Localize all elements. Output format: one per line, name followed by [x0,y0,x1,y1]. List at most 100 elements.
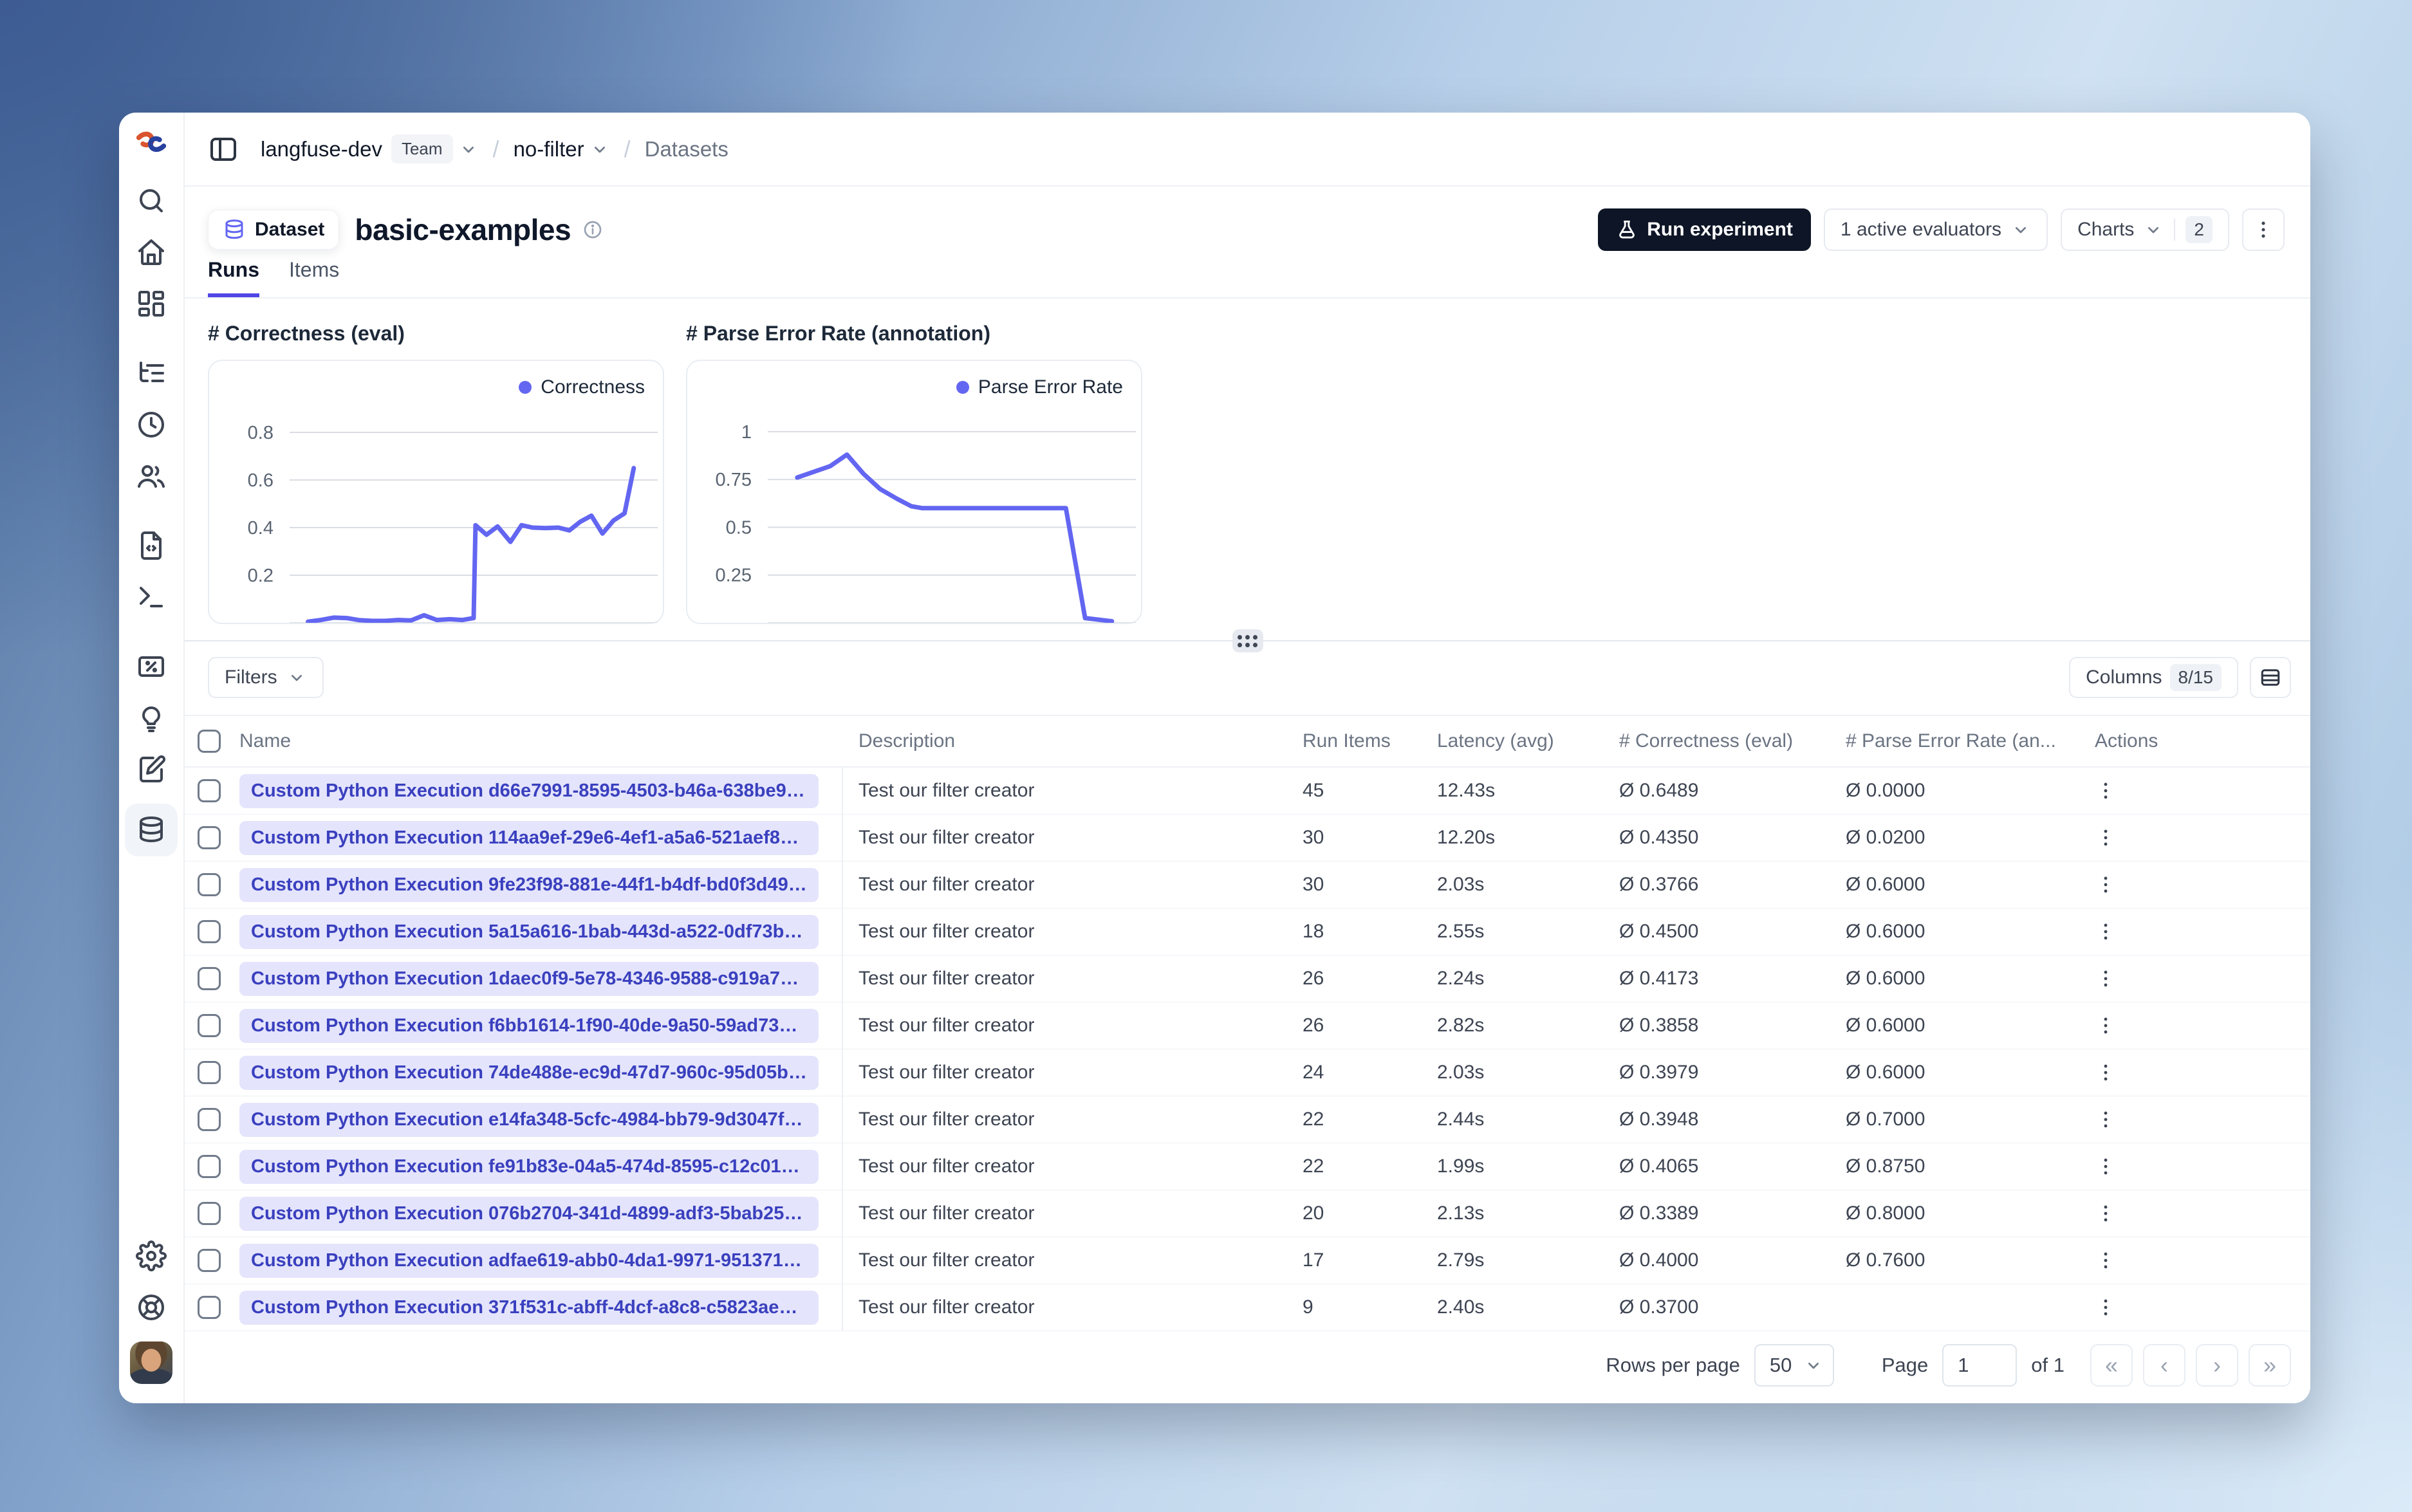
row-checkbox[interactable] [198,1249,221,1272]
run-name-link[interactable]: Custom Python Execution f6bb1614-1f90-40… [239,1008,819,1043]
row-kebab-menu-icon[interactable] [2095,921,2117,943]
run-name-link[interactable]: Custom Python Execution 371f531c-abff-4d… [239,1290,819,1325]
row-checkbox[interactable] [198,1155,221,1178]
breadcrumb-environment[interactable]: no-filter [514,137,584,161]
row-kebab-menu-icon[interactable] [2095,1296,2117,1318]
run-name-link[interactable]: Custom Python Execution e14fa348-5cfc-49… [239,1102,819,1137]
row-kebab-menu-icon[interactable] [2095,1156,2117,1177]
run-latency-value: 2.79s [1437,1249,1485,1271]
info-icon[interactable] [582,219,603,240]
run-experiment-label: Run experiment [1647,219,1793,240]
breadcrumb-project[interactable]: langfuse-dev [261,137,382,161]
sidebar-item-prompts[interactable] [134,528,169,563]
tab-items[interactable]: Items [289,258,339,297]
run-name-link[interactable]: Custom Python Execution fe91b83e-04a5-47… [239,1149,819,1184]
row-kebab-menu-icon[interactable] [2095,827,2117,849]
run-name-link[interactable]: Custom Python Execution 076b2704-341d-48… [239,1196,819,1231]
sidebar-toggle-icon[interactable] [208,134,239,165]
run-name-link[interactable]: Custom Python Execution 5a15a616-1bab-44… [239,914,819,949]
breadcrumb-page[interactable]: Datasets [645,137,728,161]
row-checkbox[interactable] [198,1296,221,1319]
run-items-value: 20 [1303,1203,1324,1224]
row-checkbox[interactable] [198,1202,221,1225]
charts-dropdown[interactable]: Charts 2 [2061,208,2229,251]
row-checkbox[interactable] [198,920,221,943]
column-header-run-items[interactable]: Run Items [1303,730,1437,752]
table-row[interactable]: Custom Python Execution 5a15a616-1bab-44… [185,908,2310,955]
sidebar-item-users[interactable] [134,459,169,493]
row-kebab-menu-icon[interactable] [2095,874,2117,896]
select-all-checkbox[interactable] [198,730,221,753]
column-header-description[interactable]: Description [843,730,1303,752]
user-avatar[interactable] [130,1341,172,1384]
sidebar-item-annotation[interactable] [134,752,169,787]
run-correctness-value: Ø 0.4000 [1619,1249,1699,1271]
sidebar-item-sessions[interactable] [134,407,169,442]
row-checkbox[interactable] [198,873,221,896]
next-page-button[interactable]: › [2196,1344,2238,1387]
row-checkbox[interactable] [198,967,221,990]
sidebar-item-playground[interactable] [134,580,169,614]
sidebar-item-evaluation[interactable] [134,649,169,684]
run-experiment-button[interactable]: Run experiment [1598,208,1811,251]
last-page-button[interactable]: » [2249,1344,2291,1387]
row-checkbox[interactable] [198,1014,221,1037]
sidebar-item-search[interactable] [134,183,169,218]
table-row[interactable]: Custom Python Execution fe91b83e-04a5-47… [185,1143,2310,1190]
run-name-link[interactable]: Custom Python Execution adfae619-abb0-4d… [239,1243,819,1278]
chevron-down-icon[interactable] [589,139,610,160]
row-kebab-menu-icon[interactable] [2095,968,2117,990]
table-row[interactable]: Custom Python Execution e14fa348-5cfc-49… [185,1096,2310,1143]
row-checkbox[interactable] [198,1108,221,1131]
sidebar-item-support[interactable] [134,1290,169,1325]
dataset-header: Dataset basic-examples Run experiment 1 … [185,187,2310,251]
row-kebab-menu-icon[interactable] [2095,1249,2117,1271]
table-row[interactable]: Custom Python Execution 114aa9ef-29e6-4e… [185,815,2310,862]
sidebar-item-datasets-active[interactable] [125,804,178,856]
column-header-parse-error-rate[interactable]: # Parse Error Rate (an... [1846,730,2078,752]
sidebar-item-insights[interactable] [134,701,169,735]
row-kebab-menu-icon[interactable] [2095,780,2117,802]
run-name-link[interactable]: Custom Python Execution 74de488e-ec9d-47… [239,1055,819,1090]
table-row[interactable]: Custom Python Execution 371f531c-abff-4d… [185,1284,2310,1331]
chevron-down-icon[interactable] [458,139,479,160]
sidebar-item-home[interactable] [134,235,169,270]
column-header-latency[interactable]: Latency (avg) [1437,730,1619,752]
columns-button[interactable]: Columns 8/15 [2069,657,2238,698]
previous-page-button[interactable]: ‹ [2143,1344,2185,1387]
row-checkbox[interactable] [198,1061,221,1084]
table-row[interactable]: Custom Python Execution 1daec0f9-5e78-43… [185,955,2310,1002]
page-size-select[interactable]: 50 [1754,1344,1834,1387]
run-name-link[interactable]: Custom Python Execution 1daec0f9-5e78-43… [239,961,819,996]
sidebar-item-settings[interactable] [134,1239,169,1273]
sidebar-item-dashboards[interactable] [134,286,169,321]
table-row[interactable]: Custom Python Execution 076b2704-341d-48… [185,1190,2310,1237]
table-row[interactable]: Custom Python Execution d66e7991-8595-45… [185,768,2310,815]
column-header-name[interactable]: Name [239,716,843,766]
row-kebab-menu-icon[interactable] [2095,1062,2117,1083]
row-checkbox[interactable] [198,779,221,802]
run-name-link[interactable]: Custom Python Execution 9fe23f98-881e-44… [239,867,819,902]
page-number-input[interactable] [1942,1344,2018,1387]
table-row[interactable]: Custom Python Execution 9fe23f98-881e-44… [185,862,2310,908]
filters-button[interactable]: Filters [208,657,324,698]
row-kebab-menu-icon[interactable] [2095,1109,2117,1130]
evaluators-dropdown[interactable]: 1 active evaluators [1823,208,2048,251]
run-name-link[interactable]: Custom Python Execution d66e7991-8595-45… [239,773,819,808]
column-header-correctness[interactable]: # Correctness (eval) [1619,730,1846,752]
run-description: Test our filter creator [858,1203,1035,1224]
tab-runs[interactable]: Runs [208,258,259,297]
run-correctness-value: Ø 0.4173 [1619,968,1699,989]
row-checkbox[interactable] [198,826,221,849]
row-height-button[interactable] [2250,657,2291,698]
table-row[interactable]: Custom Python Execution adfae619-abb0-4d… [185,1237,2310,1284]
table-row[interactable]: Custom Python Execution f6bb1614-1f90-40… [185,1002,2310,1049]
table-row[interactable]: Custom Python Execution 74de488e-ec9d-47… [185,1049,2310,1096]
resize-handle[interactable] [1232,629,1263,652]
more-actions-button[interactable] [2242,208,2285,251]
sidebar-item-tracing[interactable] [134,356,169,391]
row-kebab-menu-icon[interactable] [2095,1203,2117,1224]
first-page-button[interactable]: « [2090,1344,2133,1387]
row-kebab-menu-icon[interactable] [2095,1015,2117,1037]
run-name-link[interactable]: Custom Python Execution 114aa9ef-29e6-4e… [239,820,819,855]
